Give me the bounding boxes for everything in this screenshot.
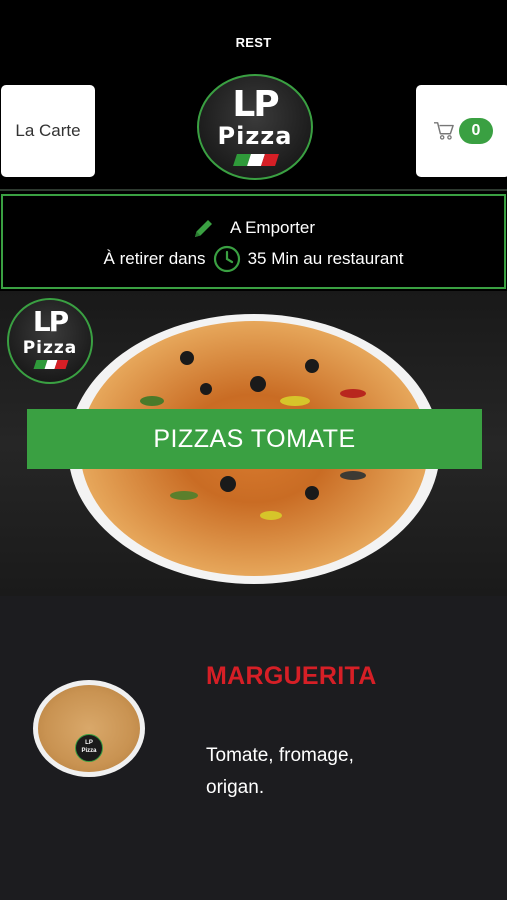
cart-button[interactable]: 0 bbox=[416, 85, 507, 177]
hero-logo-initials: LP bbox=[32, 305, 69, 338]
pencil-icon bbox=[194, 220, 212, 237]
mini-logo-icon: LP Pizza bbox=[75, 734, 103, 762]
logo-initials: LP bbox=[232, 84, 279, 125]
order-mode-panel[interactable]: A Emporter À retirer dans 35 Min au rest… bbox=[1, 194, 506, 289]
product-image[interactable]: LP Pizza bbox=[33, 680, 145, 777]
order-mode-label: A Emporter bbox=[229, 218, 316, 237]
product-description: Tomate, fromage, origan. bbox=[206, 745, 354, 798]
product-list: LP Pizza MARGUERITA Tomate, fromage, orig… bbox=[0, 596, 507, 900]
category-title[interactable]: PIZZAS TOMATE bbox=[27, 409, 482, 469]
italian-flag-icon bbox=[33, 360, 69, 369]
pickup-prefix: À retirer dans bbox=[103, 249, 206, 268]
header-divider bbox=[0, 189, 507, 191]
pickup-time: 35 Min au restaurant bbox=[247, 249, 404, 268]
app-title: REST bbox=[235, 35, 272, 50]
hero-brand-logo: LP Pizza bbox=[7, 298, 93, 384]
cart-count-badge: 0 bbox=[459, 118, 493, 144]
cart-icon bbox=[434, 122, 454, 140]
menu-button-label: La Carte bbox=[15, 121, 81, 140]
hero-logo-word: Pizza bbox=[22, 338, 78, 358]
clock-icon bbox=[213, 245, 240, 273]
category-hero[interactable]: LP Pizza PIZZAS TOMATE bbox=[0, 291, 507, 596]
product-name[interactable]: MARGUERITA bbox=[206, 662, 377, 691]
brand-logo: LP Pizza bbox=[197, 74, 313, 180]
menu-button[interactable]: La Carte bbox=[1, 85, 95, 177]
logo-word: Pizza bbox=[217, 122, 293, 150]
italian-flag-icon bbox=[233, 154, 279, 166]
